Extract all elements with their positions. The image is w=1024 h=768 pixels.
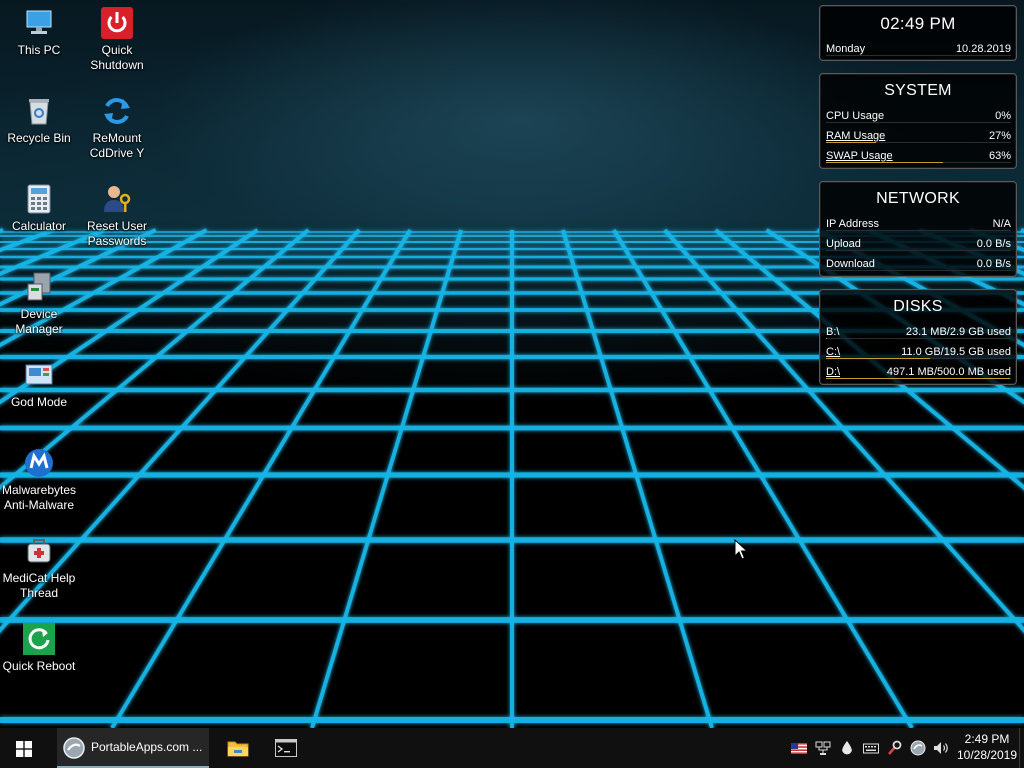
desktop-icon-label: This PC <box>17 43 61 57</box>
taskbar-app-file-explorer[interactable] <box>214 728 260 768</box>
mouse-cursor-icon <box>734 539 748 560</box>
system-title: SYSTEM <box>884 82 952 99</box>
desktop-icon-this-pc[interactable]: This PC <box>0 6 78 58</box>
computer-icon <box>22 6 56 40</box>
user-key-icon <box>100 182 134 216</box>
ip-address-value: N/A <box>992 218 1011 230</box>
volume-icon[interactable] <box>933 740 951 756</box>
desktop-icon-label: God Mode <box>10 395 68 409</box>
desktop-icon-label: Calculator <box>11 219 67 233</box>
control-panel-icon <box>22 358 56 392</box>
desktop-background[interactable]: This PC Recycle Bin Calculator Device Ma… <box>0 0 1024 728</box>
network-widget: NETWORK IP Address N/A Upload 0.0 B/s Do… <box>819 181 1017 277</box>
taskbar-clock[interactable]: 2:49 PM 10/28/2019 <box>954 731 1020 763</box>
desktop-icon-label: Malwarebytes Anti-Malware <box>1 483 77 512</box>
calculator-icon <box>22 182 56 216</box>
ip-address-label: IP Address <box>826 218 879 230</box>
ram-usage-row: RAM Usage 27% <box>820 126 1016 146</box>
clock-widget: 02:49 PM Monday 10.28.2019 <box>819 5 1017 61</box>
desktop-icon-malwarebytes[interactable]: Malwarebytes Anti-Malware <box>0 446 78 513</box>
grid-line <box>560 229 714 728</box>
disk-b-row: B:\ 23.1 MB/2.9 GB used <box>820 322 1016 342</box>
disk-b-value: 23.1 MB/2.9 GB used <box>905 326 1011 338</box>
upload-row: Upload 0.0 B/s <box>820 234 1016 254</box>
desktop-icon-label: Reset User Passwords <box>86 219 148 248</box>
upload-value: 0.0 B/s <box>976 238 1011 250</box>
disk-b-label: B:\ <box>826 326 840 338</box>
ram-usage-label: RAM Usage <box>826 130 886 142</box>
grid-line <box>310 229 464 728</box>
taskbar-time: 2:49 PM <box>964 732 1010 746</box>
download-row: Download 0.0 B/s <box>820 254 1016 274</box>
ram-usage-value: 27% <box>988 130 1011 142</box>
us-flag-icon[interactable] <box>791 740 807 756</box>
download-value: 0.0 B/s <box>976 258 1011 270</box>
taskbar-app-portableapps[interactable]: PortableApps.com ... <box>57 728 209 768</box>
disks-title: DISKS <box>893 298 943 315</box>
portableapps-tray-icon[interactable] <box>910 740 926 756</box>
malwarebytes-icon <box>22 446 56 480</box>
upload-label: Upload <box>826 238 861 250</box>
desktop-icon-medicat-help[interactable]: MediCat Help Thread <box>0 534 78 601</box>
keyboard-icon[interactable] <box>863 740 879 756</box>
desktop-icon-quick-reboot[interactable]: Quick Reboot <box>0 622 78 674</box>
ip-address-row: IP Address N/A <box>820 214 1016 234</box>
network-title: NETWORK <box>876 190 960 207</box>
disk-c-label: C:\ <box>826 346 841 358</box>
taskbar-app-label: PortableApps.com ... <box>91 740 203 754</box>
desktop-icon-label: Quick Shutdown <box>90 43 144 72</box>
desktop-icon-device-manager[interactable]: Device Manager <box>0 270 78 337</box>
desktop-icon-recycle-bin[interactable]: Recycle Bin <box>0 94 78 146</box>
desktop-icon-god-mode[interactable]: God Mode <box>0 358 78 410</box>
refresh-icon <box>100 94 134 128</box>
start-button[interactable] <box>0 728 48 768</box>
medicat-icon <box>22 534 56 568</box>
network-icon[interactable] <box>815 740 831 756</box>
widget-date: 10.28.2019 <box>955 43 1011 55</box>
reboot-icon <box>22 622 56 656</box>
taskbar: PortableApps.com ... 2:49 PM 10/28/2019 <box>0 728 1024 768</box>
disk-d-label: D:\ <box>826 366 841 378</box>
disks-widget: DISKS B:\ 23.1 MB/2.9 GB used C:\ 11.0 G… <box>819 289 1017 385</box>
desktop-icon-label: MediCat Help Thread <box>2 571 76 600</box>
desktop-icon-label: Recycle Bin <box>7 131 71 145</box>
desktop-icon-reset-passwords[interactable]: Reset User Passwords <box>78 182 156 249</box>
show-desktop-button[interactable] <box>1019 728 1024 768</box>
desktop-icon-calculator[interactable]: Calculator <box>0 182 78 234</box>
desktop-icon-remount-cddrive[interactable]: ReMount CdDrive Y <box>78 94 156 161</box>
download-label: Download <box>826 258 875 270</box>
taskbar-app-command-prompt[interactable] <box>262 728 310 768</box>
command-prompt-icon <box>275 739 297 757</box>
disk-c-value: 11.0 GB/19.5 GB used <box>901 346 1011 358</box>
desktop-icon-label: ReMount CdDrive Y <box>89 131 145 160</box>
recycle-bin-icon <box>22 94 56 128</box>
swap-usage-label: SWAP Usage <box>826 150 893 162</box>
system-widget: SYSTEM CPU Usage 0% RAM Usage 27% SWAP U… <box>819 73 1017 169</box>
tool-icon[interactable] <box>886 740 902 756</box>
widget-day: Monday <box>826 43 866 55</box>
drop-icon[interactable] <box>839 740 855 756</box>
device-manager-icon <box>22 270 56 304</box>
power-icon <box>100 6 134 40</box>
cpu-usage-value: 0% <box>995 110 1011 122</box>
swap-usage-value: 63% <box>988 150 1011 162</box>
swap-usage-row: SWAP Usage 63% <box>820 146 1016 166</box>
portableapps-icon <box>63 737 85 759</box>
cpu-usage-label: CPU Usage <box>826 110 885 122</box>
disk-c-row: C:\ 11.0 GB/19.5 GB used <box>820 342 1016 362</box>
desktop-icon-quick-shutdown[interactable]: Quick Shutdown <box>78 6 156 73</box>
widget-date-row: Monday 10.28.2019 <box>820 39 1016 59</box>
disk-d-row: D:\ 497.1 MB/500.0 MB used <box>820 362 1016 382</box>
windows-logo-icon <box>16 741 32 757</box>
taskbar-date: 10/28/2019 <box>956 748 1018 762</box>
disk-d-value: 497.1 MB/500.0 MB used <box>886 366 1011 378</box>
desktop-icon-label: Quick Reboot <box>2 659 76 673</box>
cpu-usage-row: CPU Usage 0% <box>820 106 1016 126</box>
file-explorer-icon <box>227 741 249 757</box>
desktop-icon-label: Device Manager <box>15 307 63 336</box>
grid-line <box>110 228 412 728</box>
widget-time: 02:49 PM <box>880 14 956 33</box>
